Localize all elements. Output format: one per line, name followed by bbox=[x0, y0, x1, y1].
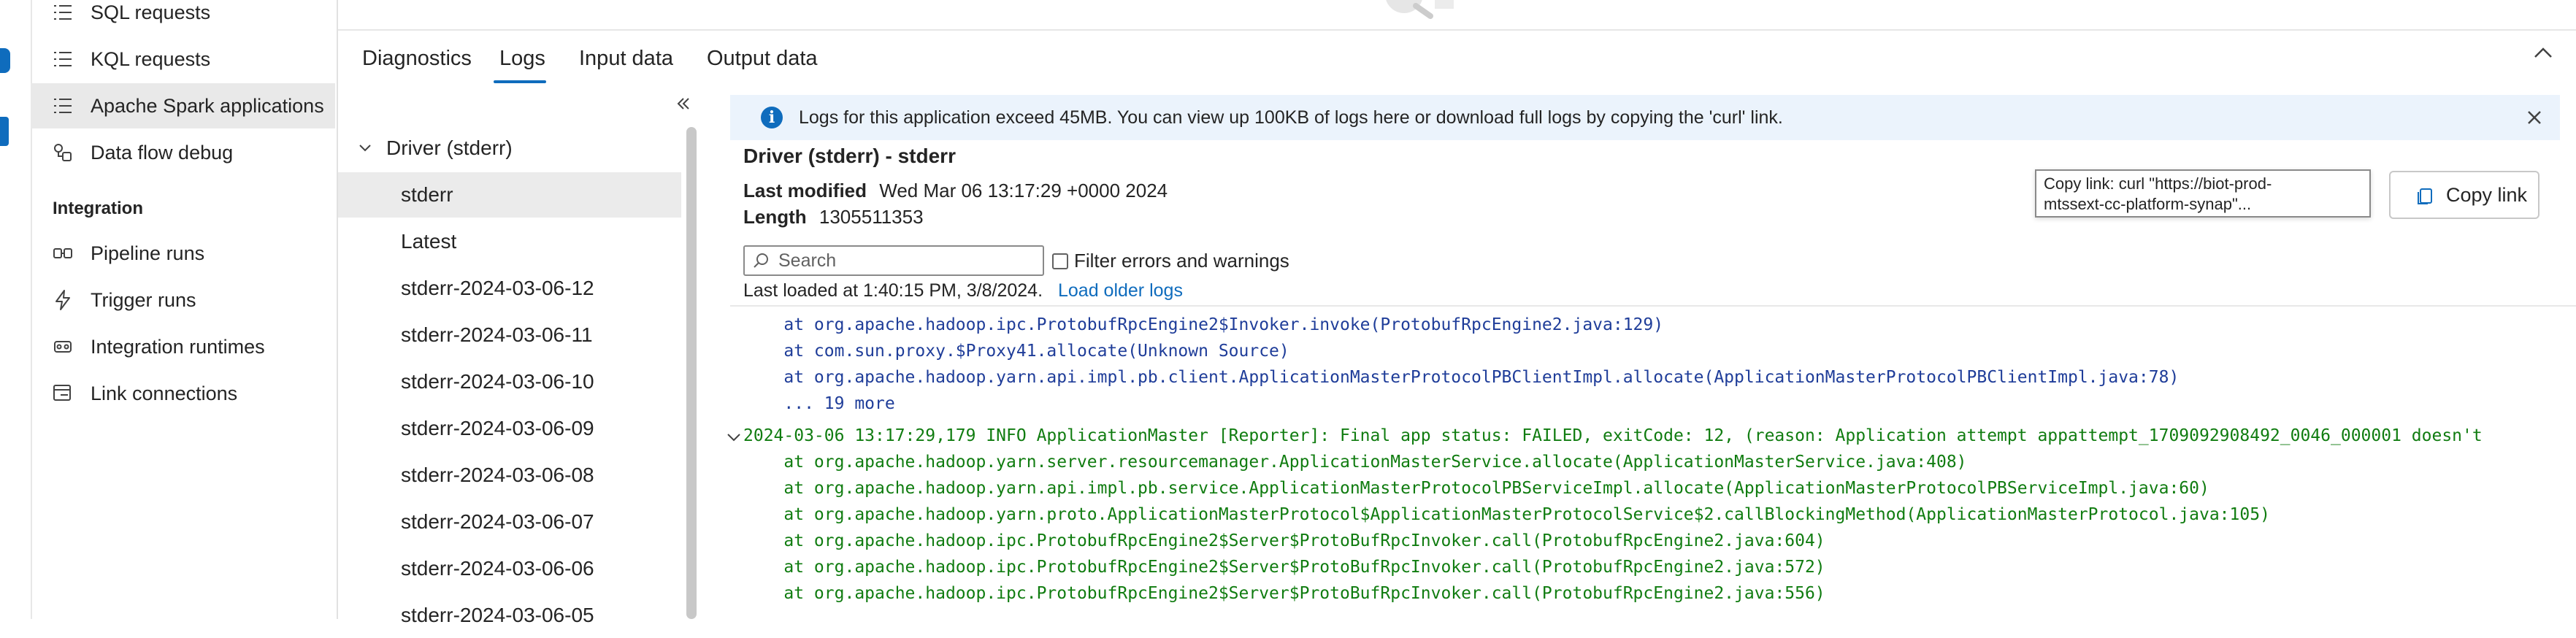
tab-output-data[interactable]: Output data bbox=[707, 47, 818, 71]
tree-item-label: stderr-2024-03-06-11 bbox=[401, 323, 593, 346]
search-icon bbox=[754, 253, 768, 268]
lightning-icon bbox=[50, 287, 76, 313]
log-line: ... 19 more bbox=[743, 394, 895, 413]
last-loaded-text: Last loaded at 1:40:15 PM, 3/8/2024. bbox=[743, 280, 1043, 301]
nav-kql-requests[interactable]: KQL requests bbox=[31, 36, 335, 82]
log-line: at org.apache.hadoop.yarn.server.resourc… bbox=[743, 453, 1967, 472]
search-input[interactable]: Search bbox=[743, 245, 1044, 276]
chevron-up-icon[interactable] bbox=[2531, 41, 2556, 66]
nav-apache-spark-applications[interactable]: Apache Spark applications bbox=[31, 83, 335, 128]
last-modified-value: Wed Mar 06 13:17:29 +0000 2024 bbox=[879, 180, 1168, 201]
tree-item-label: stderr-2024-03-06-06 bbox=[401, 557, 594, 580]
tree-item[interactable]: stderr-2024-03-06-06 bbox=[338, 546, 681, 591]
collapse-pane-icon[interactable] bbox=[675, 95, 692, 112]
length-row: Length 1305511353 bbox=[743, 206, 924, 228]
copy-link-label: Copy link bbox=[2446, 183, 2528, 206]
tree-item[interactable]: stderr-2024-03-06-08 bbox=[338, 453, 681, 498]
tooltip-line: mtssext-cc-platform-synap"... bbox=[2044, 195, 2252, 213]
tree-item[interactable]: Latest bbox=[338, 219, 681, 264]
log-line: at org.apache.hadoop.yarn.api.impl.pb.se… bbox=[743, 479, 2209, 498]
log-line: at org.apache.hadoop.yarn.api.impl.pb.cl… bbox=[743, 368, 2180, 387]
nav-label: Integration runtimes bbox=[91, 335, 265, 358]
nav-label: Data flow debug bbox=[91, 141, 234, 164]
last-loaded-row: Last loaded at 1:40:15 PM, 3/8/2024. Loa… bbox=[743, 280, 1183, 301]
length-value: 1305511353 bbox=[819, 206, 924, 228]
close-icon[interactable] bbox=[2523, 107, 2545, 128]
length-label: Length bbox=[743, 206, 807, 228]
rail-monitor-icon[interactable] bbox=[0, 48, 10, 73]
info-banner: i Logs for this application exceed 45MB.… bbox=[730, 95, 2560, 140]
filter-errors-checkbox[interactable]: Filter errors and warnings bbox=[1052, 250, 1289, 272]
tree-item[interactable]: stderr-2024-03-06-10 bbox=[338, 359, 681, 404]
tooltip-line: Copy link: curl "https://biot-prod- bbox=[2044, 174, 2272, 193]
tree-scrollbar[interactable] bbox=[686, 127, 697, 619]
info-icon: i bbox=[761, 107, 783, 128]
link-connection-icon bbox=[50, 380, 76, 407]
search-placeholder: Search bbox=[778, 250, 837, 271]
nav-label: Pipeline runs bbox=[91, 242, 205, 264]
nav-data-flow-debug[interactable]: Data flow debug bbox=[31, 130, 335, 175]
tree-item[interactable]: stderr-2024-03-06-07 bbox=[338, 499, 681, 545]
nav-sql-requests[interactable]: SQL requests bbox=[31, 0, 335, 35]
nav-integration-runtimes[interactable]: Integration runtimes bbox=[31, 324, 335, 369]
filter-label: Filter errors and warnings bbox=[1074, 250, 1289, 272]
log-line: at org.apache.hadoop.yarn.proto.Applicat… bbox=[743, 505, 2270, 524]
list-icon bbox=[50, 46, 76, 72]
tree-group-label: Driver (stderr) bbox=[386, 137, 513, 159]
tree-item-label: stderr-2024-03-06-05 bbox=[401, 604, 594, 626]
nav-label: Link connections bbox=[91, 382, 238, 404]
tree-item[interactable]: stderr-2024-03-06-09 bbox=[338, 406, 681, 451]
tree-item-label: stderr-2024-03-06-10 bbox=[401, 370, 594, 393]
log-line: at com.sun.proxy.$Proxy41.allocate(Unkno… bbox=[743, 342, 1289, 361]
nav-trigger-runs[interactable]: Trigger runs bbox=[31, 277, 335, 323]
list-icon bbox=[50, 93, 76, 119]
tree-item[interactable]: stderr-2024-03-06-05 bbox=[338, 593, 681, 638]
tree-item-label: Latest bbox=[401, 230, 457, 253]
log-line: at org.apache.hadoop.ipc.ProtobufRpcEngi… bbox=[743, 584, 1825, 603]
tree-item-label: stderr-2024-03-06-12 bbox=[401, 277, 594, 299]
nav-label: Apache Spark applications bbox=[91, 94, 324, 117]
search-illustration-icon bbox=[1386, 0, 1454, 19]
copy-link-button[interactable]: Copy link bbox=[2389, 171, 2539, 219]
nav-label: Trigger runs bbox=[91, 288, 196, 311]
tree-item[interactable]: stderr bbox=[338, 172, 681, 218]
rail-manage-icon[interactable] bbox=[0, 117, 9, 146]
section-heading-integration: Integration bbox=[53, 199, 143, 218]
dataflow-icon bbox=[50, 139, 76, 166]
log-line: at org.apache.hadoop.ipc.ProtobufRpcEngi… bbox=[743, 558, 1825, 577]
icon-rail bbox=[0, 0, 32, 619]
copy-link-tooltip: Copy link: curl "https://biot-prod- mtss… bbox=[2035, 169, 2371, 218]
tab-logs[interactable]: Logs bbox=[499, 47, 545, 71]
banner-text: Logs for this application exceed 45MB. Y… bbox=[799, 107, 1783, 128]
list-icon bbox=[50, 0, 76, 26]
chevron-down-icon[interactable] bbox=[726, 429, 742, 445]
last-modified-label: Last modified bbox=[743, 180, 867, 201]
top-header-strip bbox=[338, 0, 2576, 31]
last-modified-row: Last modified Wed Mar 06 13:17:29 +0000 … bbox=[743, 180, 1168, 202]
pipeline-icon bbox=[50, 240, 76, 266]
tab-input-data[interactable]: Input data bbox=[579, 47, 673, 71]
nav-label: KQL requests bbox=[91, 47, 211, 70]
nav-pipeline-runs[interactable]: Pipeline runs bbox=[31, 231, 335, 276]
log-line: at org.apache.hadoop.ipc.ProtobufRpcEngi… bbox=[743, 531, 1825, 550]
tree-item-label: stderr-2024-03-06-08 bbox=[401, 464, 594, 486]
tree-item-label: stderr-2024-03-06-07 bbox=[401, 510, 594, 533]
copy-icon bbox=[2418, 188, 2432, 204]
nav-link-connections[interactable]: Link connections bbox=[31, 371, 335, 416]
checkbox-box[interactable] bbox=[1052, 253, 1068, 269]
tree-group-driver-stderr[interactable]: Driver (stderr) bbox=[338, 126, 681, 171]
log-title: Driver (stderr) - stderr bbox=[743, 145, 956, 167]
selected-tab-indicator bbox=[494, 80, 546, 83]
tree-item-label: stderr-2024-03-06-09 bbox=[401, 417, 594, 439]
runtime-icon bbox=[50, 334, 76, 360]
log-line: at org.apache.hadoop.ipc.ProtobufRpcEngi… bbox=[743, 315, 1664, 334]
log-line: 2024-03-06 13:17:29,179 INFO Application… bbox=[743, 426, 2483, 445]
tree-item[interactable]: stderr-2024-03-06-12 bbox=[338, 266, 681, 311]
nav-label: SQL requests bbox=[91, 1, 211, 23]
load-older-logs-link[interactable]: Load older logs bbox=[1058, 280, 1183, 301]
chevron-down-icon bbox=[359, 145, 371, 152]
tree-item[interactable]: stderr-2024-03-06-11 bbox=[338, 312, 681, 358]
tree-item-label: stderr bbox=[401, 183, 453, 206]
tab-diagnostics[interactable]: Diagnostics bbox=[362, 47, 472, 71]
